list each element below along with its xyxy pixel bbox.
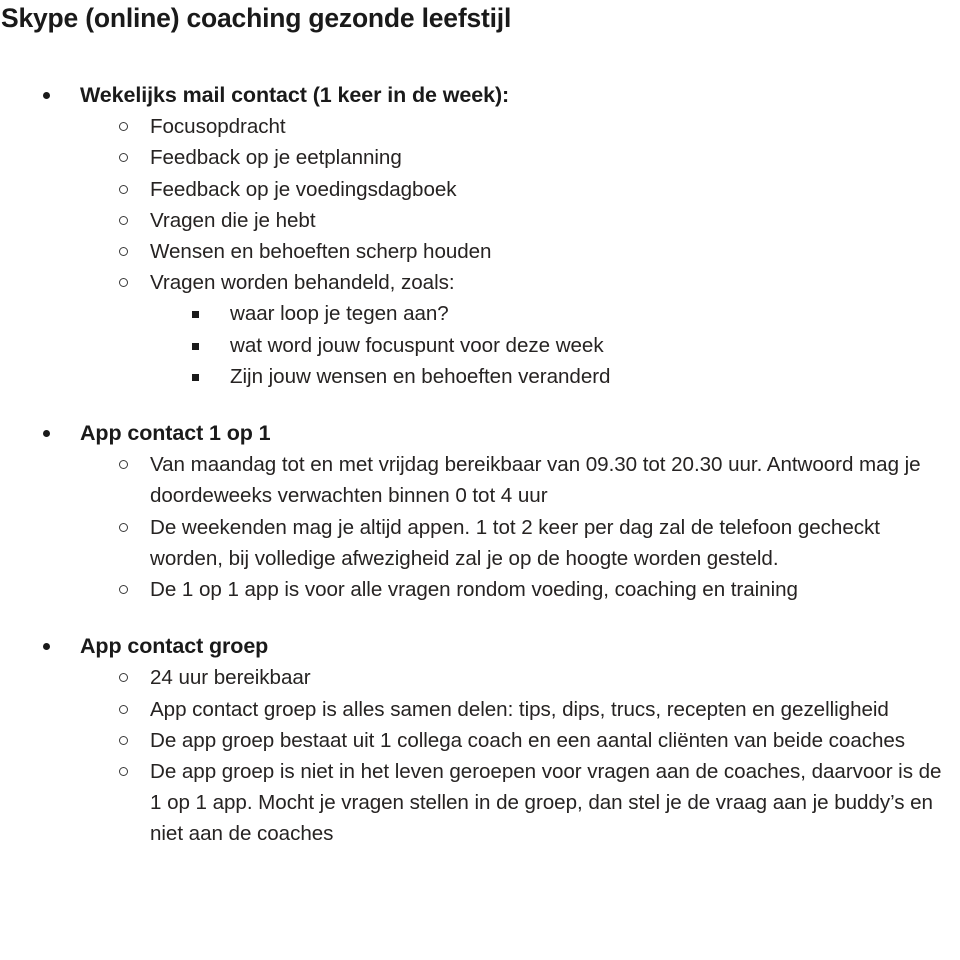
list-item: De weekenden mag je altijd appen. 1 tot … bbox=[0, 512, 960, 574]
list-item: Vragen worden behandeld, zoals: bbox=[0, 267, 960, 298]
bullet-circle-icon bbox=[119, 522, 128, 532]
list-item: De app groep is niet in het leven geroep… bbox=[0, 756, 960, 850]
section-heading-text: Wekelijks mail contact (1 keer in de wee… bbox=[80, 83, 510, 107]
list-item-text: Wensen en behoeften scherp houden bbox=[150, 240, 492, 264]
sub-item-list: waar loop je tegen aan? wat word jouw foc… bbox=[0, 298, 960, 392]
document-body: Wekelijks mail contact (1 keer in de wee… bbox=[0, 80, 960, 850]
section-item-list: Focusopdracht Feedback op je eetplanning F… bbox=[0, 111, 960, 392]
list-item-text: App contact groep is alles samen delen: … bbox=[150, 697, 889, 721]
list-item-text: 24 uur bereikbaar bbox=[150, 666, 311, 690]
sub-list-item: waar loop je tegen aan? bbox=[0, 298, 960, 329]
page-title: Skype (online) coaching gezonde leefstij… bbox=[1, 3, 512, 33]
list-item-text: Van maandag tot en met vrijdag bereikbaa… bbox=[150, 453, 921, 508]
section-heading-text: App contact groep bbox=[80, 634, 269, 659]
list-item-text: De 1 op 1 app is voor alle vragen rondom… bbox=[150, 578, 798, 602]
list-item: App contact groep is alles samen delen: … bbox=[0, 694, 960, 725]
bullet-circle-icon bbox=[119, 122, 128, 132]
list-item-text: Vragen worden behandeld, zoals: bbox=[150, 271, 455, 295]
bullet-square-icon bbox=[192, 373, 199, 381]
bullet-disc-icon bbox=[43, 92, 50, 99]
bullet-disc-icon bbox=[43, 430, 50, 438]
bullet-circle-icon bbox=[119, 735, 128, 745]
section-heading-item: App contact 1 op 1 bbox=[0, 418, 960, 449]
sub-list-item-text: wat word jouw focuspunt voor deze week bbox=[230, 333, 604, 357]
list-item: Feedback op je voedingsdagboek bbox=[0, 174, 960, 205]
list-item-text: De app groep is niet in het leven geroep… bbox=[150, 760, 942, 846]
bullet-circle-icon bbox=[119, 153, 128, 163]
section-heading-text: App contact 1 op 1 bbox=[80, 421, 271, 446]
bullet-circle-icon bbox=[119, 460, 128, 470]
bullet-square-icon bbox=[192, 311, 199, 319]
section-heading-item: Wekelijks mail contact (1 keer in de wee… bbox=[0, 80, 960, 111]
sub-list-item-text: waar loop je tegen aan? bbox=[230, 302, 449, 326]
list-item-text: Feedback op je eetplanning bbox=[150, 146, 402, 170]
bullet-circle-icon bbox=[119, 184, 128, 194]
section-heading-item: App contact groep bbox=[0, 631, 960, 662]
section-item-list: 24 uur bereikbaar App contact groep is al… bbox=[0, 662, 960, 849]
list-item: De app groep bestaat uit 1 collega coach… bbox=[0, 725, 960, 756]
list-item: Feedback op je eetplanning bbox=[0, 142, 960, 173]
section-list: Wekelijks mail contact (1 keer in de wee… bbox=[0, 80, 960, 850]
section-item-list: Van maandag tot en met vrijdag bereikbaa… bbox=[0, 449, 960, 605]
list-item-text: Vragen die je hebt bbox=[150, 208, 316, 232]
list-item-text: Feedback op je voedingsdagboek bbox=[150, 177, 457, 201]
bullet-circle-icon bbox=[119, 704, 128, 714]
sub-list-item: Zijn jouw wensen en behoeften veranderd bbox=[0, 361, 960, 392]
sub-list-item: wat word jouw focuspunt voor deze week bbox=[0, 330, 960, 361]
bullet-circle-icon bbox=[119, 215, 128, 225]
bullet-circle-icon bbox=[119, 585, 128, 595]
list-item: Focusopdracht bbox=[0, 111, 960, 142]
bullet-circle-icon bbox=[119, 278, 128, 288]
list-item: Vragen die je hebt bbox=[0, 205, 960, 236]
document-page: Skype (online) coaching gezonde leefstij… bbox=[0, 0, 960, 960]
list-item-text: De weekenden mag je altijd appen. 1 tot … bbox=[150, 515, 880, 570]
list-item: 24 uur bereikbaar bbox=[0, 662, 960, 693]
bullet-disc-icon bbox=[43, 643, 50, 651]
list-item: Wensen en behoeften scherp houden bbox=[0, 236, 960, 267]
bullet-circle-icon bbox=[119, 767, 128, 777]
bullet-circle-icon bbox=[119, 247, 128, 257]
list-item: De 1 op 1 app is voor alle vragen rondom… bbox=[0, 574, 960, 605]
list-item-text: De app groep bestaat uit 1 collega coach… bbox=[150, 728, 906, 752]
sub-list-item-text: Zijn jouw wensen en behoeften veranderd bbox=[230, 364, 611, 388]
list-item-text: Focusopdracht bbox=[150, 115, 286, 139]
bullet-circle-icon bbox=[119, 673, 128, 683]
list-item: Van maandag tot en met vrijdag bereikbaa… bbox=[0, 449, 960, 511]
bullet-square-icon bbox=[192, 342, 199, 350]
